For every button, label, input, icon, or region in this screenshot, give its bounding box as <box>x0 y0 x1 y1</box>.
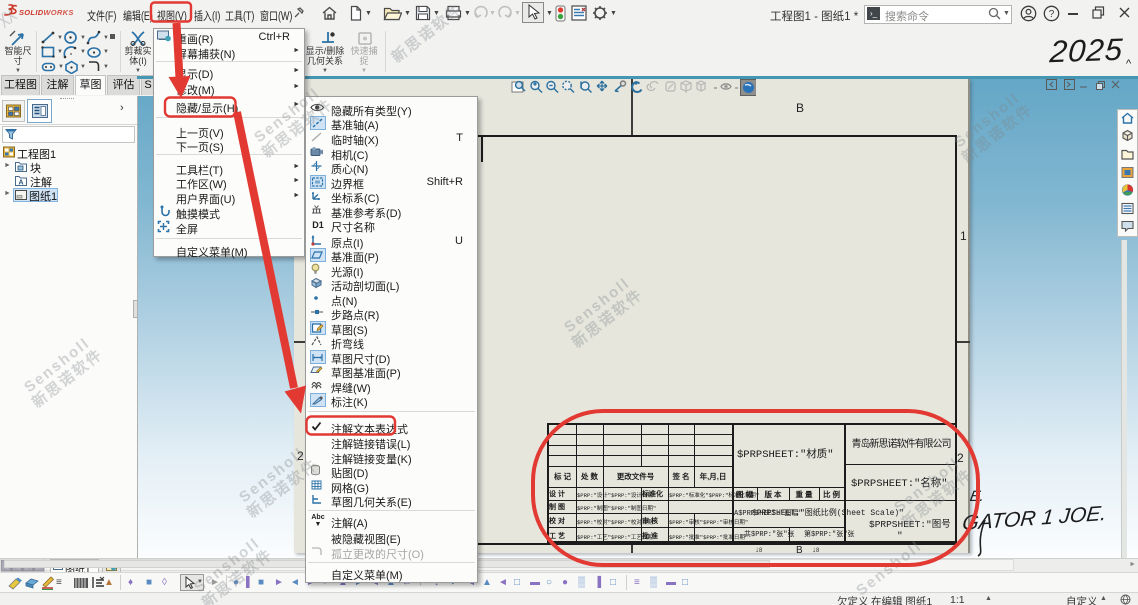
svg-text:?: ? <box>1049 9 1055 20</box>
svg-text:A: A <box>18 180 23 187</box>
